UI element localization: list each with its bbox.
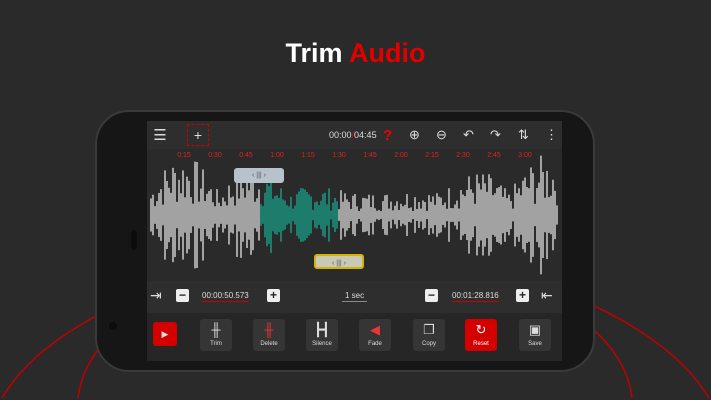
go-to-start-icon[interactable]: ⇥: [150, 287, 162, 304]
start-minus-button[interactable]: −: [176, 289, 189, 302]
timeline-mark: 1:45: [363, 152, 377, 159]
silence-label: Silence: [312, 341, 332, 347]
title-accent-word: Audio: [349, 38, 426, 68]
delete-icon: ╫: [264, 322, 274, 337]
time-display: 00:00/04:45: [329, 130, 377, 140]
step-select[interactable]: 1 sec: [342, 291, 368, 302]
title-word: Trim: [285, 38, 343, 68]
end-plus-button[interactable]: +: [516, 289, 529, 302]
zoom-out-icon[interactable]: ⊖: [436, 125, 447, 145]
timeline-mark: 1:00: [270, 152, 284, 159]
silence-icon: ┣┫: [314, 322, 330, 337]
undo-icon[interactable]: ↶: [463, 125, 474, 145]
timeline-mark: 1:30: [332, 152, 346, 159]
start-plus-button[interactable]: +: [267, 289, 280, 302]
play-button[interactable]: ▶: [153, 322, 177, 346]
app-screen: ☰ + 00:00/04:45 ? ⊕ ⊖ ↶ ↷ ⇅ ⋮ 0:15 0:30 0:…: [147, 121, 562, 361]
copy-button[interactable]: ❐ Copy: [413, 319, 445, 351]
fade-button[interactable]: ◀ Fade: [359, 319, 391, 351]
trim-icon: ╫: [211, 322, 221, 337]
timeline-mark: 0:15: [177, 152, 191, 159]
go-to-end-icon[interactable]: ⇤: [541, 287, 553, 304]
timeline-mark: 3:00: [518, 152, 532, 159]
phone-side-button: [131, 230, 137, 250]
copy-icon: ❐: [423, 322, 435, 337]
timeline-mark: 0:45: [239, 152, 253, 159]
end-handle[interactable]: ‹ ||| ›: [314, 254, 364, 269]
phone-camera: [109, 322, 117, 330]
save-icon: ▣: [528, 322, 542, 337]
reset-button[interactable]: ↻ Reset: [465, 319, 497, 351]
selection-controls: ⇥ − 00:00:50.573 + 1 sec − 00:01:28.816 …: [147, 284, 562, 308]
end-minus-button[interactable]: −: [425, 289, 438, 302]
fade-label: Fade: [368, 341, 382, 347]
trim-label: Trim: [210, 341, 222, 347]
help-icon[interactable]: ?: [383, 125, 392, 145]
fade-icon: ◀: [370, 322, 380, 337]
reset-label: Reset: [473, 341, 489, 347]
total-time: 04:45: [354, 130, 377, 140]
start-time[interactable]: 00:00:50.573: [202, 291, 249, 302]
timeline-mark: 2:15: [425, 152, 439, 159]
copy-label: Copy: [421, 341, 436, 347]
delete-label: Delete: [260, 341, 278, 347]
current-time: 00:00: [329, 130, 352, 140]
timeline-mark: 2:30: [456, 152, 470, 159]
toolbar: ☰ + 00:00/04:45 ? ⊕ ⊖ ↶ ↷ ⇅ ⋮: [147, 121, 562, 149]
menu-icon[interactable]: ☰: [152, 125, 168, 145]
end-time[interactable]: 00:01:28.816: [452, 291, 499, 302]
timeline-mark: 2:45: [487, 152, 501, 159]
play-icon: ▶: [161, 329, 169, 339]
timeline-mark: 1:15: [301, 152, 315, 159]
save-button[interactable]: ▣ Save: [519, 319, 551, 351]
sort-icon[interactable]: ⇅: [518, 125, 529, 145]
timeline-mark: 0:30: [208, 152, 222, 159]
reset-icon: ↻: [475, 322, 487, 337]
zoom-in-icon[interactable]: ⊕: [409, 125, 420, 145]
save-label: Save: [528, 341, 542, 347]
page-title: Trim Audio: [0, 38, 711, 69]
timeline-mark: 2:00: [394, 152, 408, 159]
redo-icon[interactable]: ↷: [490, 125, 501, 145]
waveform[interactable]: 0:15 0:30 0:45 1:00 1:15 1:30 1:45 2:00 2:15 2:30…: [147, 149, 562, 281]
start-handle[interactable]: ‹ ||| ›: [234, 168, 284, 183]
trim-button[interactable]: ╫ Trim: [200, 319, 232, 351]
more-icon[interactable]: ⋮: [545, 125, 558, 145]
silence-button[interactable]: ┣┫ Silence: [306, 319, 338, 351]
action-bar: ▶ ╫ Trim ╫ Delete ┣┫ Silence ◀ Fade ❐ Copy ↻ R…: [147, 313, 562, 361]
delete-button[interactable]: ╫ Delete: [253, 319, 285, 351]
add-icon[interactable]: +: [187, 124, 209, 146]
